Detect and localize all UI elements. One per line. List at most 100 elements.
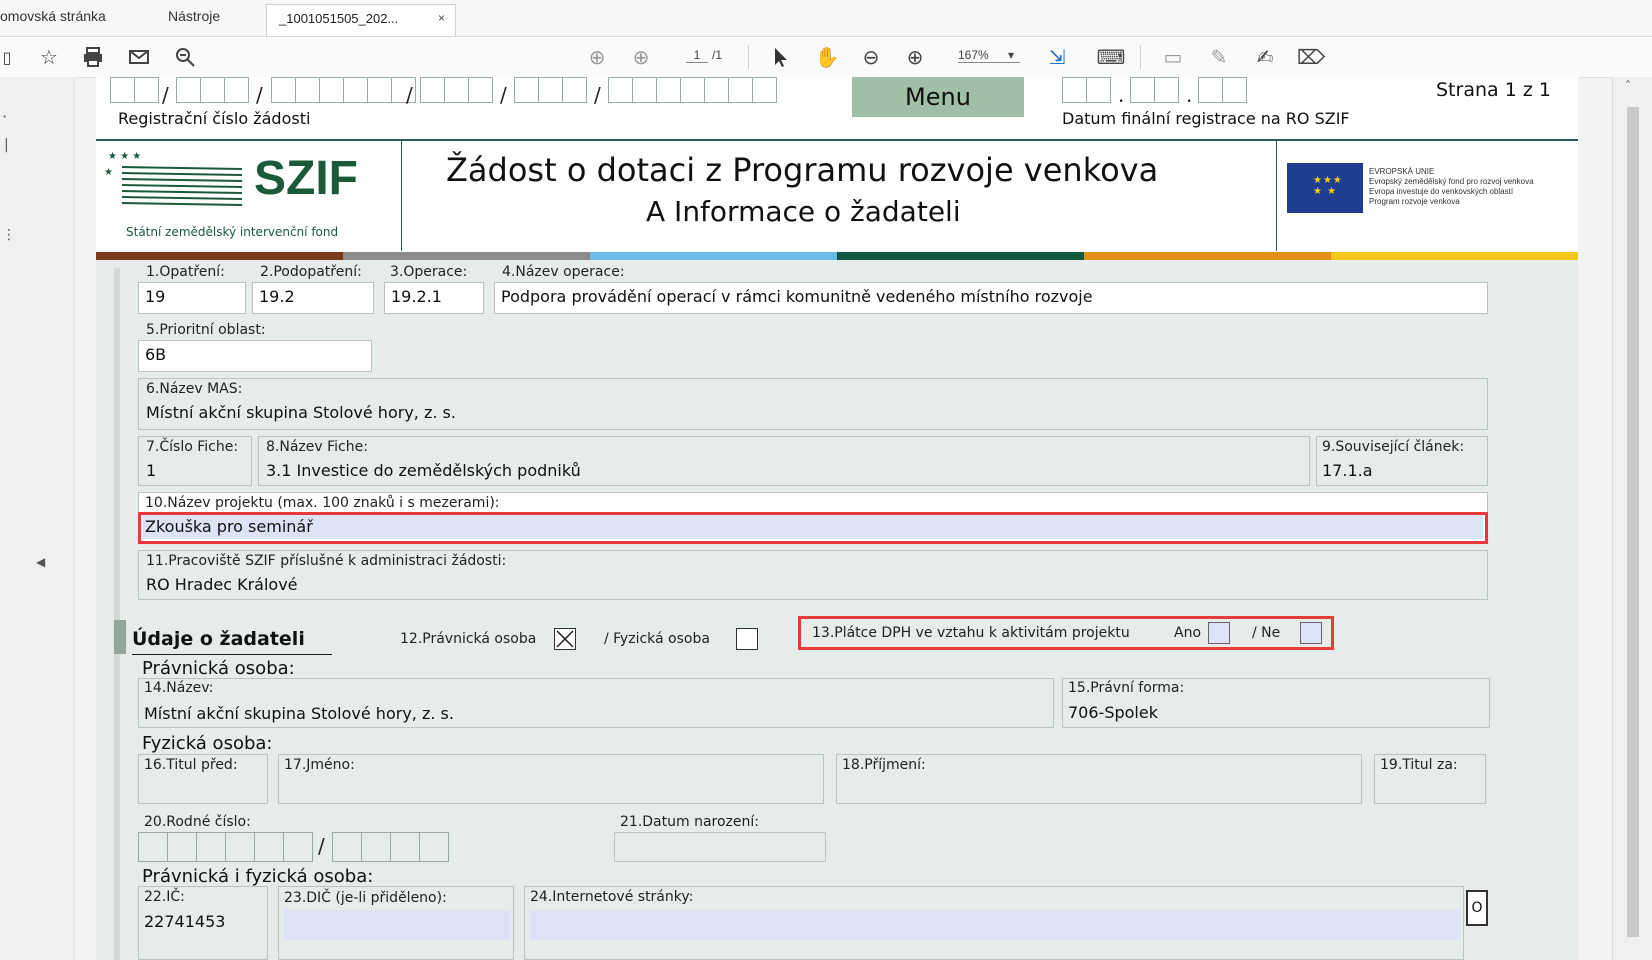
tag-icon[interactable]: ⌦ <box>1297 44 1325 70</box>
f7-value[interactable]: 1 <box>146 461 156 480</box>
page-number-input[interactable]: 1 <box>686 48 708 63</box>
sidebar-toggle-icon[interactable]: ▯ <box>0 44 14 70</box>
f20-label: 20.Rodné číslo: <box>144 814 251 830</box>
logo-subtitle: Státní zemědělský intervenční fond <box>126 225 339 239</box>
f11-value[interactable]: RO Hradec Králové <box>146 575 298 594</box>
reg-number-grid[interactable] <box>514 77 587 103</box>
chevron-down-icon[interactable]: ▾ <box>1008 48 1014 62</box>
reg-number-grid[interactable] <box>110 77 159 103</box>
sign-icon[interactable]: ✍ <box>1252 44 1278 70</box>
collapse-left-icon[interactable]: ◀ <box>36 555 45 569</box>
zoom-in-icon[interactable]: ⊕ <box>902 44 928 70</box>
reg-number-grid[interactable] <box>420 77 493 103</box>
eu-flag-icon: ★★★ ★ ★ <box>1287 163 1363 213</box>
reg-number-grid[interactable] <box>176 77 249 103</box>
color-stripes <box>96 252 1578 260</box>
reg-number-grid[interactable] <box>271 77 416 103</box>
f21-label: 21.Datum narození: <box>620 814 759 830</box>
f15-label: 15.Právní forma: <box>1068 680 1185 696</box>
vat-no-checkbox[interactable] <box>1300 622 1322 644</box>
eu-text: EVROPSKÁ UNIE Evropský zemědělský fond p… <box>1369 167 1534 206</box>
f4-label: 4.Název operace: <box>502 264 625 280</box>
select-cursor-icon[interactable] <box>768 44 794 70</box>
print-icon[interactable] <box>80 44 106 70</box>
website-input[interactable] <box>530 910 1460 940</box>
star-icon[interactable]: ☆ <box>36 44 62 70</box>
f19-label: 19.Titul za: <box>1380 757 1458 773</box>
f6-label: 6.Název MAS: <box>146 381 243 397</box>
highlight-project-name <box>138 512 1488 544</box>
scrollbar-thumb[interactable] <box>1627 107 1639 937</box>
f15-value[interactable]: 706-Spolek <box>1068 703 1158 722</box>
f2-label: 2.Podopatření: <box>260 264 362 280</box>
reg-number-label: Registrační číslo žádosti <box>118 109 311 128</box>
menu-button[interactable]: Menu <box>852 77 1024 117</box>
birth-date-field[interactable] <box>614 832 826 862</box>
browser-tab-bar: omovská stránka Nástroje _1001051505_202… <box>0 0 1652 37</box>
f22-label: 22.IČ: <box>144 889 185 905</box>
prev-page-icon[interactable]: ⊕ <box>584 44 610 70</box>
toolbar-divider <box>748 45 749 69</box>
vat-no-label: / Ne <box>1252 625 1281 641</box>
fit-page-icon[interactable]: ⇲ <box>1044 44 1070 70</box>
f18-label: 18.Příjmení: <box>842 757 926 773</box>
scrollbar-vertical[interactable]: ˄ <box>1612 77 1652 960</box>
legal-person-checkbox[interactable] <box>554 628 576 650</box>
f8-label: 8.Název Fiche: <box>266 439 368 455</box>
pdf-toolbar: ▯ ☆ ⊕ ⊕ 1 /1 ✋ ⊖ ⊕ 167% ▾ ⇲ ⌨ ▭ ✎ ✍ ⌦ <box>0 37 1652 78</box>
svg-text:★: ★ <box>104 167 113 178</box>
form-area: 1.Opatření: 2.Podopatření: 3.Operace: 4.… <box>96 260 1578 960</box>
tab-document-label: _1001051505_202... <box>279 11 399 26</box>
f4-field[interactable]: Podpora provádění operací v rámci komuni… <box>494 282 1488 314</box>
date-grid[interactable] <box>1130 77 1179 103</box>
page-info: Strana 1 z 1 <box>1436 79 1551 101</box>
date-label: Datum finální registrace na RO SZIF <box>1062 109 1350 128</box>
date-grid[interactable] <box>1198 77 1247 103</box>
natural-person-label: / Fyzická osoba <box>604 631 710 647</box>
natural-person-header: Fyzická osoba: <box>142 733 273 754</box>
vat-yes-checkbox[interactable] <box>1208 622 1230 644</box>
f23-label: 23.DIČ (je-li přiděleno): <box>284 890 447 906</box>
dic-input[interactable] <box>284 910 510 940</box>
f8-value[interactable]: 3.1 Investice do zemědělských podniků <box>266 461 581 480</box>
comment-icon[interactable]: ▭ <box>1160 44 1186 70</box>
section-underline <box>132 654 332 655</box>
birth-number-grid[interactable] <box>332 832 449 862</box>
svg-text:★ ★ ★: ★ ★ ★ <box>108 151 141 162</box>
f9-value[interactable]: 17.1.a <box>1322 461 1373 480</box>
birth-number-grid[interactable] <box>138 832 313 862</box>
natural-person-checkbox[interactable] <box>736 628 758 650</box>
keyboard-scroll-icon[interactable]: ⌨ <box>1097 44 1126 70</box>
f3-field[interactable]: 19.2.1 <box>384 282 484 314</box>
both-persons-header: Právnická i fyzická osoba: <box>142 866 374 887</box>
section-applicant-title: Údaje o žadateli <box>132 628 305 650</box>
hand-tool-icon[interactable]: ✋ <box>814 44 840 70</box>
f14-value[interactable]: Místní akční skupina Stolové hory, z. s. <box>144 704 454 723</box>
form-title: Žádost o dotaci z Programu rozvoje venko… <box>446 151 1159 189</box>
scroll-up-icon[interactable]: ˄ <box>1625 79 1631 93</box>
f9-label: 9.Související článek: <box>1322 439 1465 455</box>
f22-value[interactable]: 22741453 <box>144 912 225 931</box>
zoom-search-icon[interactable] <box>172 44 198 70</box>
date-grid[interactable] <box>1062 77 1111 103</box>
side-action-button[interactable]: O <box>1466 890 1488 926</box>
mail-icon[interactable] <box>126 44 152 70</box>
tab-document[interactable]: _1001051505_202... × <box>266 4 456 36</box>
vat-yes-label: Ano <box>1174 625 1202 641</box>
reg-number-grid[interactable] <box>608 77 777 103</box>
close-icon[interactable]: × <box>438 11 445 25</box>
f2-field[interactable]: 19.2 <box>252 282 374 314</box>
highlight-icon[interactable]: ✎ <box>1206 44 1232 70</box>
zoom-out-icon[interactable]: ⊖ <box>858 44 884 70</box>
f16-label: 16.Titul před: <box>144 757 238 773</box>
tab-home[interactable]: omovská stránka <box>0 8 106 24</box>
next-page-icon[interactable]: ⊕ <box>628 44 654 70</box>
eu-logo: ★★★ ★ ★ EVROPSKÁ UNIE Evropský zemědělský… <box>1276 141 1578 251</box>
f5-field[interactable]: 6B <box>138 340 372 372</box>
f1-field[interactable]: 19 <box>138 282 246 314</box>
szif-logo: ★ ★ ★ ★ SZIF Státní zemědělský intervenč… <box>96 141 402 251</box>
f7-label: 7.Číslo Fiche: <box>146 439 239 455</box>
tab-tools[interactable]: Nástroje <box>168 8 220 24</box>
f17-box[interactable] <box>278 754 824 804</box>
f6-value[interactable]: Místní akční skupina Stolové hory, z. s. <box>146 403 456 422</box>
